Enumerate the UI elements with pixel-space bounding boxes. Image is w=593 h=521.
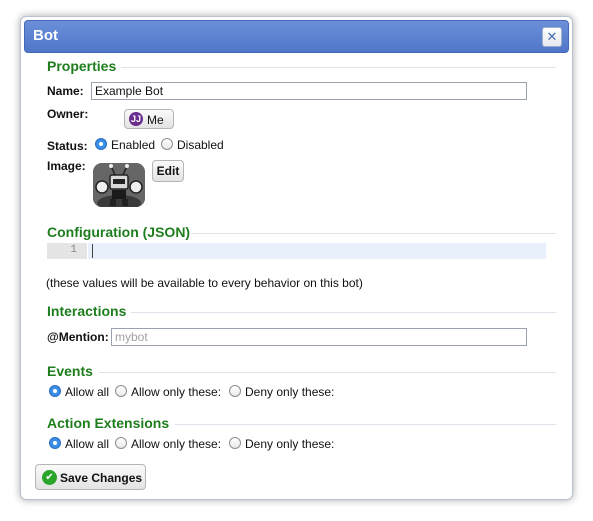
status-enabled-label[interactable]: Enabled: [111, 138, 155, 152]
save-changes-button[interactable]: ✔ Save Changes: [35, 464, 146, 490]
configuration-heading: Configuration (JSON): [47, 224, 191, 240]
interactions-heading: Interactions: [47, 303, 127, 319]
extensions-allow-all-radio[interactable]: [49, 437, 61, 449]
json-editor[interactable]: [88, 243, 546, 259]
bot-dialog: Bot ✕ Properties Name: Owner: JJ Me Stat…: [20, 16, 573, 500]
events-allow-only-label[interactable]: Allow only these:: [131, 385, 221, 399]
checkmark-icon: ✔: [42, 470, 57, 485]
name-label: Name:: [47, 84, 84, 98]
mention-input[interactable]: [111, 328, 527, 346]
owner-label: Owner:: [47, 107, 89, 121]
dialog-title: Bot: [33, 27, 58, 44]
mention-label: @Mention:: [47, 330, 109, 344]
configuration-divider: [191, 233, 556, 234]
edit-image-button[interactable]: Edit: [152, 160, 184, 182]
status-enabled-radio[interactable]: [95, 138, 107, 150]
events-deny-only-label[interactable]: Deny only these:: [245, 385, 334, 399]
action-extensions-heading: Action Extensions: [47, 415, 170, 431]
properties-divider: [121, 67, 556, 68]
line-number: 1: [70, 244, 77, 256]
owner-button-label: Me: [147, 113, 164, 127]
save-changes-label: Save Changes: [60, 471, 143, 485]
status-disabled-label[interactable]: Disabled: [177, 138, 224, 152]
name-input[interactable]: [91, 82, 527, 100]
status-disabled-radio[interactable]: [161, 138, 173, 150]
close-icon[interactable]: ✕: [542, 27, 562, 47]
events-deny-only-radio[interactable]: [229, 385, 241, 397]
extensions-deny-only-label[interactable]: Deny only these:: [245, 437, 334, 451]
extensions-allow-all-label[interactable]: Allow all: [65, 437, 109, 451]
dialog-titlebar[interactable]: Bot ✕: [24, 20, 569, 53]
action-extensions-divider: [175, 424, 556, 425]
robot-icon: [93, 163, 145, 207]
status-label: Status:: [47, 139, 88, 153]
text-cursor: [92, 244, 93, 258]
image-label: Image:: [47, 159, 86, 173]
events-divider: [99, 372, 556, 373]
owner-button[interactable]: JJ Me: [124, 109, 174, 129]
code-gutter: 1: [47, 243, 87, 259]
interactions-divider: [131, 312, 556, 313]
events-heading: Events: [47, 363, 93, 379]
events-allow-all-label[interactable]: Allow all: [65, 385, 109, 399]
extensions-deny-only-radio[interactable]: [229, 437, 241, 449]
events-allow-all-radio[interactable]: [49, 385, 61, 397]
properties-heading: Properties: [47, 58, 117, 74]
extensions-allow-only-radio[interactable]: [115, 437, 127, 449]
events-allow-only-radio[interactable]: [115, 385, 127, 397]
extensions-allow-only-label[interactable]: Allow only these:: [131, 437, 221, 451]
avatar: JJ: [129, 112, 143, 126]
configuration-hint: (these values will be available to every…: [46, 276, 363, 290]
